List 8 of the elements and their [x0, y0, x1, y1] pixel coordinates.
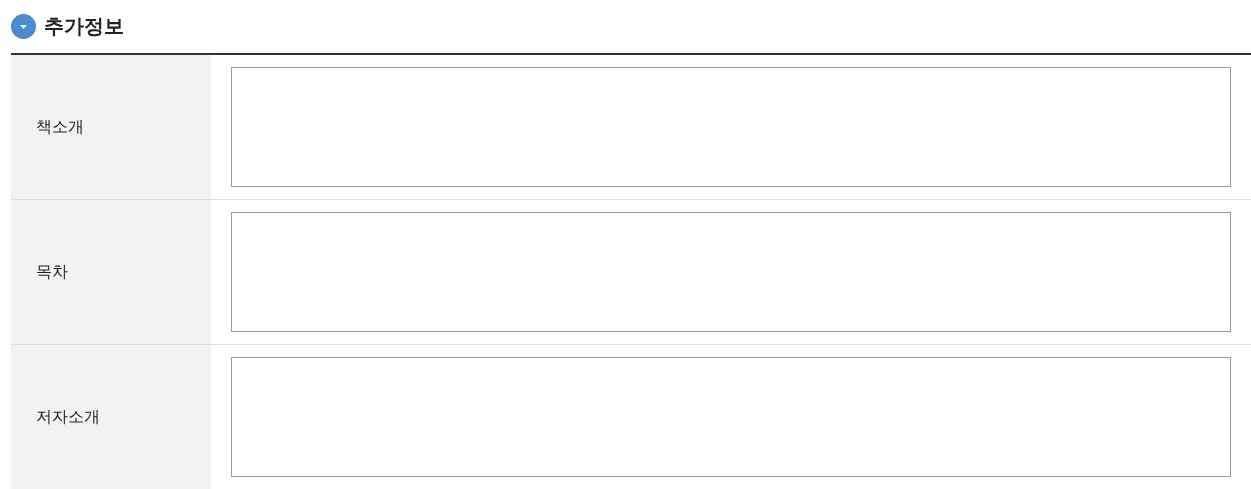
caret-down-icon [11, 14, 36, 39]
section-title: 추가정보 [44, 13, 124, 40]
text-area[interactable] [231, 67, 1231, 187]
row-label: 저자소개 [11, 345, 211, 489]
row-label: 목차 [11, 200, 211, 344]
text-area[interactable] [231, 357, 1231, 477]
row-label: 책소개 [11, 55, 211, 199]
text-area[interactable] [231, 212, 1231, 332]
